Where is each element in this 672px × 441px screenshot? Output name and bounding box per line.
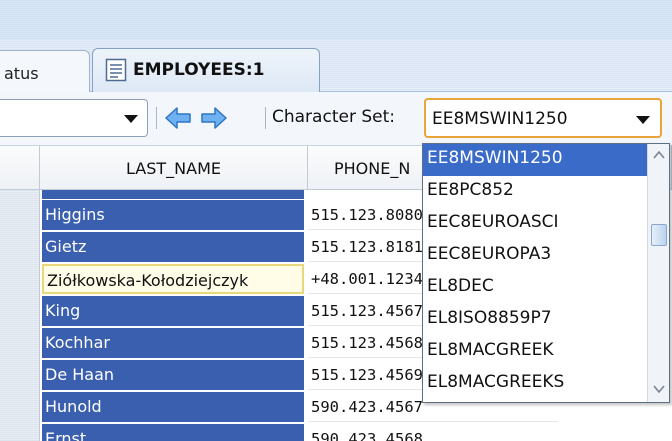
charset-option[interactable]: EE8PC852 [423,176,647,208]
table-document-icon [105,58,127,82]
next-arrow-icon[interactable] [200,105,228,131]
chevron-down-icon[interactable] [652,382,666,396]
column-header-label: LAST_NAME [126,159,221,178]
toolbar-separator [265,107,266,129]
last-name-cell[interactable]: Gietz [42,232,304,262]
table-row[interactable]: Ernst 590.423.4568 [40,423,672,441]
column-header-last-name[interactable]: LAST_NAME [40,146,308,190]
charset-option[interactable]: EL8DEC [423,272,647,304]
last-name-cell[interactable]: Ernst [42,424,304,441]
data-toolbar: Character Set: EE8MSWIN1250 [0,92,672,146]
chevron-down-icon[interactable] [124,115,138,123]
charset-option[interactable]: EL8ISO8859P7 [423,304,647,336]
last-name-cell[interactable]: Hunold [42,392,304,422]
tab-employees[interactable]: EMPLOYEES:1 [92,48,320,93]
tab-status-label: atus [4,64,39,83]
toolbar-separator [156,107,157,129]
selected-cell-partial [42,190,304,199]
row-number-header [0,146,40,190]
chevron-down-icon[interactable] [636,116,650,124]
filter-combo[interactable] [0,99,148,137]
charset-option[interactable]: EL8MACGREEK [423,336,647,368]
phone-cell[interactable]: 590.423.4568 [308,424,558,441]
scrollbar-thumb[interactable] [651,224,667,246]
charset-selected-value: EE8MSWIN1250 [432,109,568,129]
tab-bar: atus EMPLOYEES:1 [0,40,672,93]
last-name-cell[interactable]: Kochhar [42,328,304,358]
charset-label: Character Set: [272,107,395,127]
tab-employees-label: EMPLOYEES:1 [133,60,265,80]
charset-option[interactable]: EEC8EUROPA3 [423,240,647,272]
charset-option[interactable]: EL8MACGREEKS [423,368,647,400]
charset-dropdown-list[interactable]: EE8MSWIN1250 EE8PC852 EEC8EUROASCI EEC8E… [422,143,670,403]
last-name-cell-editing[interactable]: Ziółkowska-Kołodziejczyk [42,264,304,294]
previous-arrow-icon[interactable] [164,105,192,131]
app-window: atus EMPLOYEES:1 Character Set: EE8MSWIN… [0,0,672,441]
row-gutter [0,190,40,441]
charset-option[interactable]: EEC8EUROASCI [423,208,647,240]
charset-select[interactable]: EE8MSWIN1250 [424,98,662,138]
last-name-cell[interactable]: De Haan [42,360,304,390]
charset-option-selected[interactable]: EE8MSWIN1250 [423,144,647,176]
dropdown-scrollbar[interactable] [647,144,669,402]
tab-status[interactable]: atus [0,50,90,92]
last-name-cell[interactable]: Higgins [42,200,304,230]
column-header-label: PHONE_N [334,159,411,178]
chevron-up-icon[interactable] [652,148,666,162]
last-name-cell[interactable]: King [42,296,304,326]
top-strip [0,0,672,40]
